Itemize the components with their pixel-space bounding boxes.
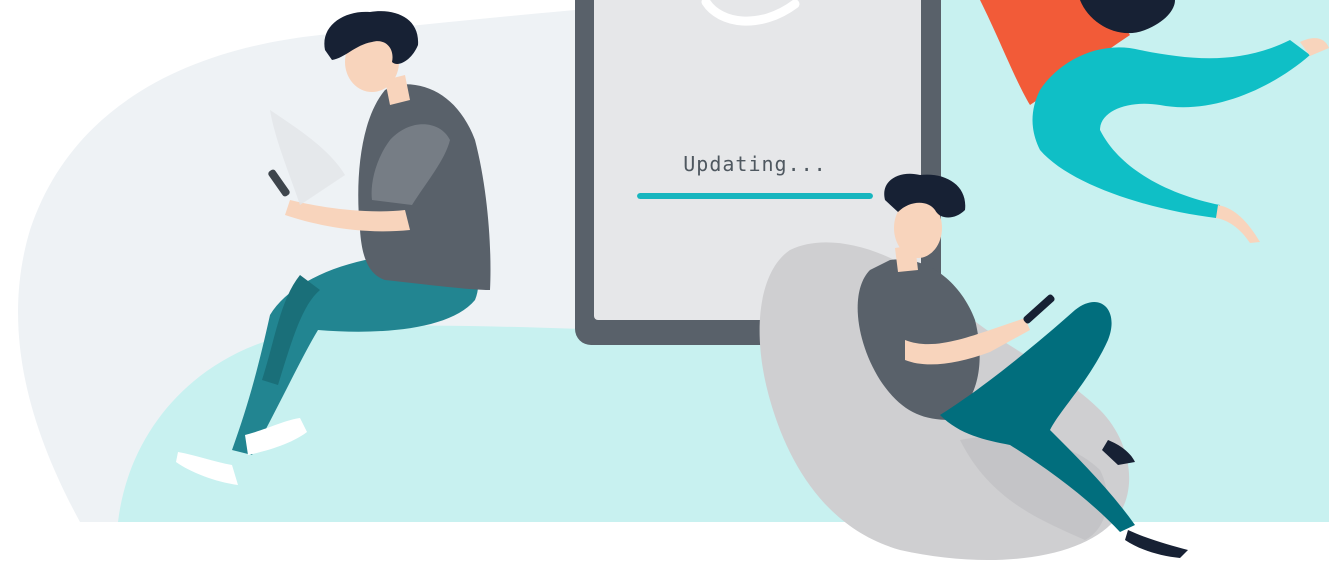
beanbag-man-shoe-bottom (1125, 530, 1188, 558)
updating-status-text: Updating... (683, 152, 827, 176)
update-progress-bar (637, 193, 873, 199)
update-progress-fill (637, 193, 873, 199)
illustration-canvas (18, 0, 1329, 560)
update-illustration: Updating... (0, 0, 1329, 563)
